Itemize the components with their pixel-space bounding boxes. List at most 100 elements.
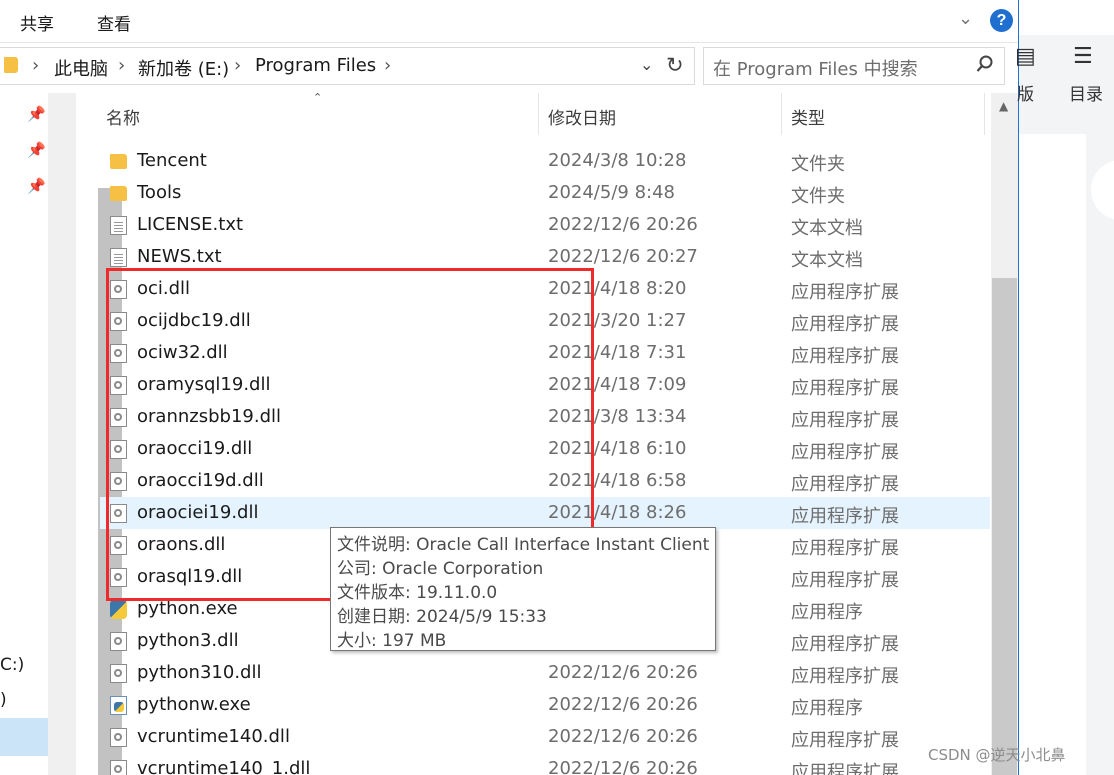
file-date: 2021/4/18 7:31 <box>548 342 687 363</box>
chevron-right-icon[interactable]: › <box>384 55 391 76</box>
dll-icon <box>110 408 127 427</box>
ribbon-expand-icon[interactable]: ⌄ <box>958 8 973 29</box>
table-row[interactable]: python310.dll 2022/12/6 20:26 应用程序扩展 <box>100 657 990 689</box>
file-name: python310.dll <box>137 662 262 683</box>
ribbon: 共享 查看 ⌄ ? <box>0 0 1018 43</box>
file-date: 2021/4/18 8:26 <box>548 502 687 523</box>
file-name: python3.dll <box>137 630 239 651</box>
table-row[interactable]: ociw32.dll 2021/4/18 7:31 应用程序扩展 <box>100 337 990 369</box>
file-name: oraociei19.dll <box>137 502 259 523</box>
file-type: 文本文档 <box>791 250 863 271</box>
table-row[interactable]: LICENSE.txt 2022/12/6 20:26 文本文档 <box>100 209 990 241</box>
file-type: 文本文档 <box>791 218 863 239</box>
file-name: pythonw.exe <box>137 694 251 715</box>
python-icon <box>110 600 127 619</box>
file-date: 2024/3/8 10:28 <box>548 150 687 171</box>
file-type: 文件夹 <box>791 154 845 175</box>
search-input[interactable]: 在 Program Files 中搜索 <box>703 47 1005 85</box>
column-header-type[interactable]: 类型 <box>791 104 825 129</box>
file-type: 应用程序扩展 <box>791 634 899 655</box>
table-row[interactable]: vcruntime140.dll 2022/12/6 20:26 应用程序扩展 <box>100 721 990 753</box>
file-name: orasql19.dll <box>137 566 243 587</box>
chevron-right-icon[interactable]: › <box>234 55 241 76</box>
file-date: 2022/12/6 20:27 <box>548 246 698 267</box>
file-date: 2022/12/6 20:26 <box>548 662 698 683</box>
table-row[interactable]: ocijdbc19.dll 2021/3/20 1:27 应用程序扩展 <box>100 305 990 337</box>
nav-item[interactable]: ) <box>0 690 7 710</box>
dll-icon <box>110 760 127 775</box>
file-type: 应用程序扩展 <box>791 282 899 303</box>
file-list-scrollbar-thumb[interactable] <box>992 278 1017 775</box>
file-type: 应用程序扩展 <box>791 730 899 751</box>
file-name: ociw32.dll <box>137 342 228 363</box>
table-row[interactable]: Tools 2024/5/9 8:48 文件夹 <box>100 177 990 209</box>
nav-scrollbar[interactable]: ▲ <box>48 93 122 775</box>
pin-icon[interactable]: 📌 <box>27 105 46 123</box>
table-row[interactable]: oraocci19d.dll 2021/4/18 6:58 应用程序扩展 <box>100 465 990 497</box>
file-name: vcruntime140.dll <box>137 726 290 747</box>
toolbar-label-toc[interactable]: 目录 <box>1069 80 1103 105</box>
file-date: 2021/3/20 1:27 <box>548 310 687 331</box>
dll-icon <box>110 728 127 747</box>
list-icon[interactable]: ☰ <box>1073 44 1093 69</box>
file-explorer-window: 共享 查看 ⌄ ? › 此电脑 › 新加卷 (E:) › Program Fil… <box>0 0 1019 775</box>
table-row[interactable]: NEWS.txt 2022/12/6 20:27 文本文档 <box>100 241 990 273</box>
tooltip-created: 创建日期: 2024/5/9 15:33 <box>337 607 547 627</box>
breadcrumb-drive-e[interactable]: 新加卷 (E:) <box>138 55 229 81</box>
search-icon[interactable] <box>976 55 994 73</box>
ribbon-tab-view[interactable]: 查看 <box>97 10 131 35</box>
watermark: CSDN @逆天小北鼻 <box>928 746 1066 764</box>
chevron-down-icon[interactable]: ⌄ <box>640 55 653 74</box>
address-bar[interactable]: › 此电脑 › 新加卷 (E:) › Program Files › ⌄ ↻ <box>0 47 695 85</box>
toolbar-label[interactable]: 版 <box>1017 80 1034 105</box>
file-name: NEWS.txt <box>137 246 222 267</box>
table-row[interactable]: vcruntime140_1.dll 2022/12/6 20:26 应用程序扩展 <box>100 753 990 775</box>
file-date: 2022/12/6 20:26 <box>548 726 698 747</box>
background-panel <box>1019 134 1086 775</box>
column-header-name[interactable]: 名称 <box>106 104 140 129</box>
dll-icon <box>110 344 127 363</box>
file-name: ocijdbc19.dll <box>137 310 251 331</box>
scroll-up-icon[interactable]: ▲ <box>999 99 1008 113</box>
text-file-icon <box>110 216 127 235</box>
table-row[interactable]: orannzsbb19.dll 2021/3/8 13:34 应用程序扩展 <box>100 401 990 433</box>
table-row[interactable]: oraocci19.dll 2021/4/18 6:10 应用程序扩展 <box>100 433 990 465</box>
tooltip-company: 公司: Oracle Corporation <box>337 559 544 579</box>
dll-icon <box>110 280 127 299</box>
background-circle-button[interactable] <box>1091 160 1114 220</box>
table-row[interactable]: pythonw.exe 2022/12/6 20:26 应用程序 <box>100 689 990 721</box>
column-header-date[interactable]: 修改日期 <box>548 104 616 129</box>
file-type: 应用程序扩展 <box>791 314 899 335</box>
file-name: Tencent <box>137 150 207 171</box>
pin-icon[interactable]: 📌 <box>27 177 46 195</box>
nav-item-selected[interactable] <box>0 718 48 756</box>
dll-icon <box>110 504 127 523</box>
nav-item-drive-c[interactable]: C:) <box>0 655 24 675</box>
breadcrumb-program-files[interactable]: Program Files <box>255 55 376 76</box>
table-row[interactable]: oci.dll 2021/4/18 8:20 应用程序扩展 <box>100 273 990 305</box>
table-row[interactable]: oraociei19.dll 2021/4/18 8:26 应用程序扩展 <box>100 497 990 529</box>
chevron-right-icon[interactable]: › <box>32 55 39 76</box>
file-type: 应用程序扩展 <box>791 570 899 591</box>
layout-icon[interactable]: ▤ <box>1015 44 1036 69</box>
background-app: ▤ ☰ 版 目录 <box>1015 0 1114 775</box>
file-name: LICENSE.txt <box>137 214 244 235</box>
dll-icon <box>110 568 127 587</box>
file-name: oraocci19.dll <box>137 438 253 459</box>
refresh-icon[interactable]: ↻ <box>666 53 684 77</box>
table-row[interactable]: oramysql19.dll 2021/4/18 7:09 应用程序扩展 <box>100 369 990 401</box>
table-row[interactable]: Tencent 2024/3/8 10:28 文件夹 <box>100 145 990 177</box>
file-list-scrollbar[interactable]: ▲ <box>991 93 1018 775</box>
chevron-right-icon[interactable]: › <box>118 55 125 76</box>
breadcrumb-this-pc[interactable]: 此电脑 <box>54 55 108 81</box>
column-divider[interactable] <box>781 93 782 135</box>
sort-ascending-icon: ⌃ <box>313 93 323 104</box>
file-date: 2024/5/9 8:48 <box>548 182 675 203</box>
pin-icon[interactable]: 📌 <box>27 141 46 159</box>
column-divider[interactable] <box>538 93 539 135</box>
dll-icon <box>110 536 127 555</box>
text-file-icon <box>110 248 127 267</box>
ribbon-tab-share[interactable]: 共享 <box>20 10 54 35</box>
column-divider[interactable] <box>984 93 985 135</box>
help-icon[interactable]: ? <box>990 9 1013 32</box>
